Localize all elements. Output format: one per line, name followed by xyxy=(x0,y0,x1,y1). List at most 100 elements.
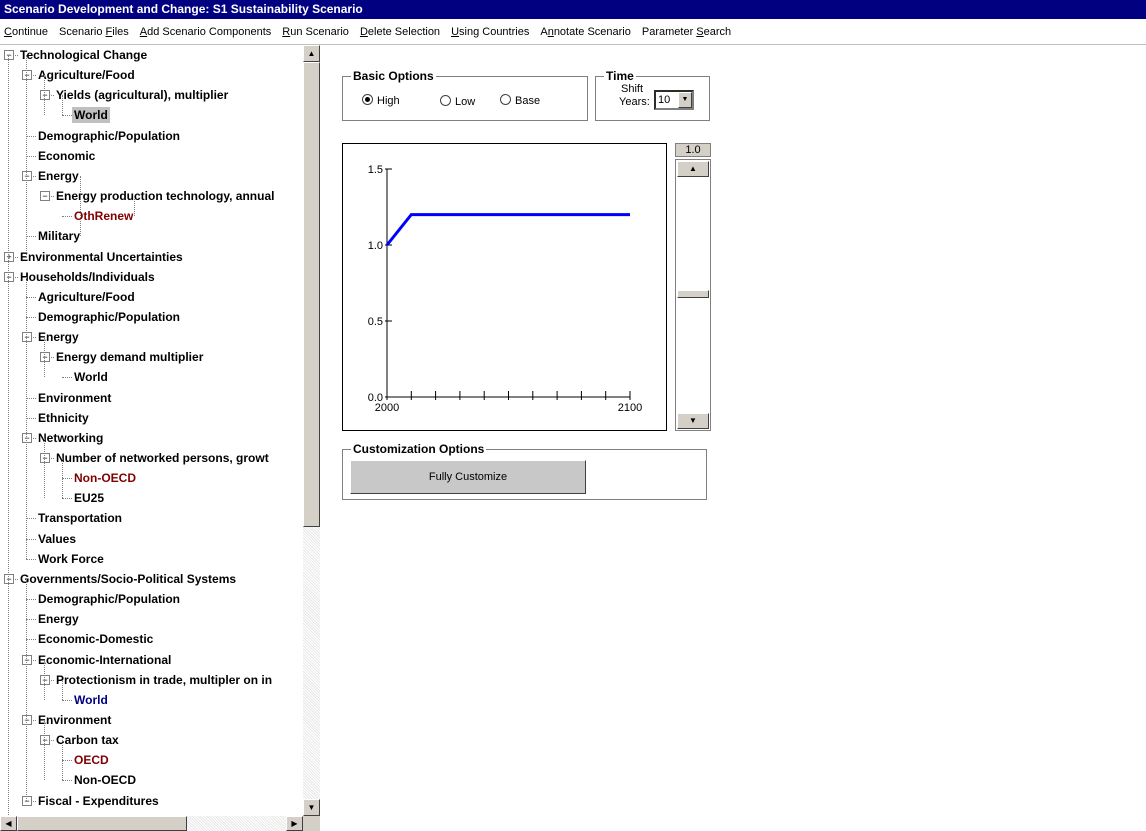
tree-node-label: Economic xyxy=(38,148,96,163)
tree-node[interactable]: Number of networked persons, growt xyxy=(54,448,271,468)
radio-low[interactable]: Low xyxy=(440,95,475,108)
menu-item-6[interactable]: Annotate Scenario xyxy=(540,26,631,38)
collapse-icon[interactable]: − xyxy=(40,191,50,202)
tree-node[interactable]: Environment xyxy=(36,710,113,730)
tree-horizontal-scrollbar[interactable]: ◀ ▶ xyxy=(0,816,303,831)
tree-node[interactable]: Non-OECD xyxy=(72,468,138,488)
tree-node[interactable]: OthRenew xyxy=(72,206,135,226)
menu-item-5[interactable]: Using Countries xyxy=(451,26,529,38)
tree-node[interactable]: EU25 xyxy=(72,488,106,508)
tree-guide-line xyxy=(44,337,45,378)
slider-down-arrow-icon[interactable]: ▼ xyxy=(677,413,709,429)
tree-node[interactable]: Networking xyxy=(36,428,105,448)
tree-node[interactable]: Environmental Uncertainties xyxy=(18,247,185,267)
collapse-icon[interactable]: − xyxy=(22,332,32,343)
tree-node[interactable]: Non-OECD xyxy=(72,770,138,790)
scroll-down-arrow-icon[interactable]: ▼ xyxy=(303,799,320,816)
scroll-up-arrow-icon[interactable]: ▲ xyxy=(303,45,320,62)
tree-node[interactable]: Economic-Domestic xyxy=(36,629,155,649)
tree-node[interactable]: World xyxy=(72,690,110,710)
tree-node[interactable]: Values xyxy=(36,529,78,549)
collapse-icon[interactable]: − xyxy=(22,714,32,725)
tree-node[interactable]: Demographic/Population xyxy=(36,126,182,146)
tree-node-label: Non-OECD xyxy=(74,773,136,788)
menu-item-0[interactable]: Continue xyxy=(4,26,48,38)
collapse-icon[interactable]: − xyxy=(40,453,50,463)
collapse-icon[interactable]: − xyxy=(4,271,14,282)
tree-node[interactable]: Ethnicity xyxy=(36,408,91,428)
tree-connector xyxy=(62,498,72,500)
collapse-icon[interactable]: − xyxy=(40,352,50,363)
collapse-icon[interactable]: − xyxy=(22,70,32,81)
slider-thumb[interactable] xyxy=(677,290,709,298)
shift-years-select[interactable]: 10 ▼ xyxy=(654,90,694,110)
tree-node[interactable]: Energy xyxy=(36,166,81,186)
collapse-icon[interactable]: − xyxy=(40,90,50,101)
scroll-left-arrow-icon[interactable]: ◀ xyxy=(0,816,17,831)
collapse-icon[interactable]: − xyxy=(40,674,50,685)
tree-node[interactable]: Protectionism in trade, multipler on in xyxy=(54,670,274,690)
tree-connector xyxy=(62,780,72,782)
radio-base[interactable]: Base xyxy=(500,94,540,107)
tree-node[interactable]: Fiscal - Expenditures xyxy=(36,791,161,811)
tree-node[interactable]: Energy production technology, annual xyxy=(54,186,276,206)
expand-icon[interactable]: + xyxy=(4,251,14,262)
menu-text: earch xyxy=(703,26,732,38)
tree-node[interactable]: Energy demand multiplier xyxy=(54,347,205,367)
menu-item-7[interactable]: Parameter Search xyxy=(642,26,731,38)
scroll-right-arrow-icon[interactable]: ▶ xyxy=(286,816,303,831)
scenario-tree[interactable]: − Technological Change − Agriculture/Food − Y… xyxy=(0,45,303,816)
collapse-icon[interactable]: − xyxy=(4,573,14,584)
tree-node[interactable]: World xyxy=(72,367,110,387)
tree-node[interactable]: Carbon tax xyxy=(54,730,121,750)
tree-node[interactable]: Governments/Socio-Political Systems xyxy=(18,569,238,589)
radio-unselected-icon[interactable] xyxy=(500,94,511,105)
time-title: Time xyxy=(604,69,636,83)
collapse-icon[interactable]: − xyxy=(22,170,32,181)
menu-item-2[interactable]: Add Scenario Components xyxy=(140,26,271,38)
collapse-icon[interactable]: − xyxy=(4,50,14,60)
tree-node[interactable]: World xyxy=(72,105,110,125)
radio-unselected-icon[interactable] xyxy=(440,95,451,106)
chevron-down-icon[interactable]: ▼ xyxy=(678,92,692,108)
tree-node[interactable]: OECD xyxy=(72,750,111,770)
tree-node[interactable]: Demographic/Population xyxy=(36,307,182,327)
tree-node[interactable]: Work Force xyxy=(36,549,106,569)
tree-scroll-thumb[interactable] xyxy=(303,62,320,527)
tree-vertical-scrollbar[interactable]: ▲ ▼ xyxy=(303,45,320,816)
collapse-icon[interactable]: − xyxy=(40,735,50,746)
menu-accelerator: D xyxy=(359,26,368,38)
collapse-icon[interactable]: − xyxy=(22,654,32,665)
window-title: Scenario Development and Change: S1 Sust… xyxy=(0,0,1146,19)
tree-node[interactable]: Yields (agricultural), multiplier xyxy=(54,85,230,105)
tree-node[interactable]: Transportation xyxy=(36,508,124,528)
tree-node[interactable]: Energy xyxy=(36,609,81,629)
tree-node[interactable]: Technological Change xyxy=(18,45,149,65)
menu-item-3[interactable]: Run Scenario xyxy=(282,26,349,38)
tree-node[interactable]: Military xyxy=(36,226,82,246)
radio-selected-icon[interactable] xyxy=(362,94,373,105)
tree-node-label: Number of networked persons, growt xyxy=(56,451,269,465)
slider-up-arrow-icon[interactable]: ▲ xyxy=(677,161,709,177)
tree-guide-line xyxy=(44,719,45,781)
tree-node[interactable]: Agriculture/Food xyxy=(36,65,137,85)
tree-node-label: Military xyxy=(38,229,81,244)
fully-customize-button[interactable]: Fully Customize xyxy=(350,460,586,494)
tree-connector xyxy=(26,558,36,560)
tree-node[interactable]: Demographic/Population xyxy=(36,589,182,609)
tree-node[interactable]: Energy xyxy=(36,327,81,347)
tree-node-label: Networking xyxy=(38,430,104,445)
radio-high[interactable]: High xyxy=(362,94,400,107)
tree-node[interactable]: Environment xyxy=(36,388,113,408)
tree-node[interactable]: Economic-International xyxy=(36,650,173,670)
tree-node-label: Yields (agricultural), multiplier xyxy=(56,88,229,103)
collapse-icon[interactable]: − xyxy=(22,795,32,806)
tree-hscroll-thumb[interactable] xyxy=(17,816,187,831)
collapse-icon[interactable]: − xyxy=(22,432,32,443)
menu-item-4[interactable]: Delete Selection xyxy=(360,26,440,38)
tree-node[interactable]: Agriculture/Food xyxy=(36,287,137,307)
tree-node[interactable]: Households/Individuals xyxy=(18,267,157,287)
tree-node[interactable]: Economic xyxy=(36,146,97,166)
menu-item-1[interactable]: Scenario Files xyxy=(59,26,129,38)
value-slider[interactable]: ▲ ▼ xyxy=(675,159,711,431)
